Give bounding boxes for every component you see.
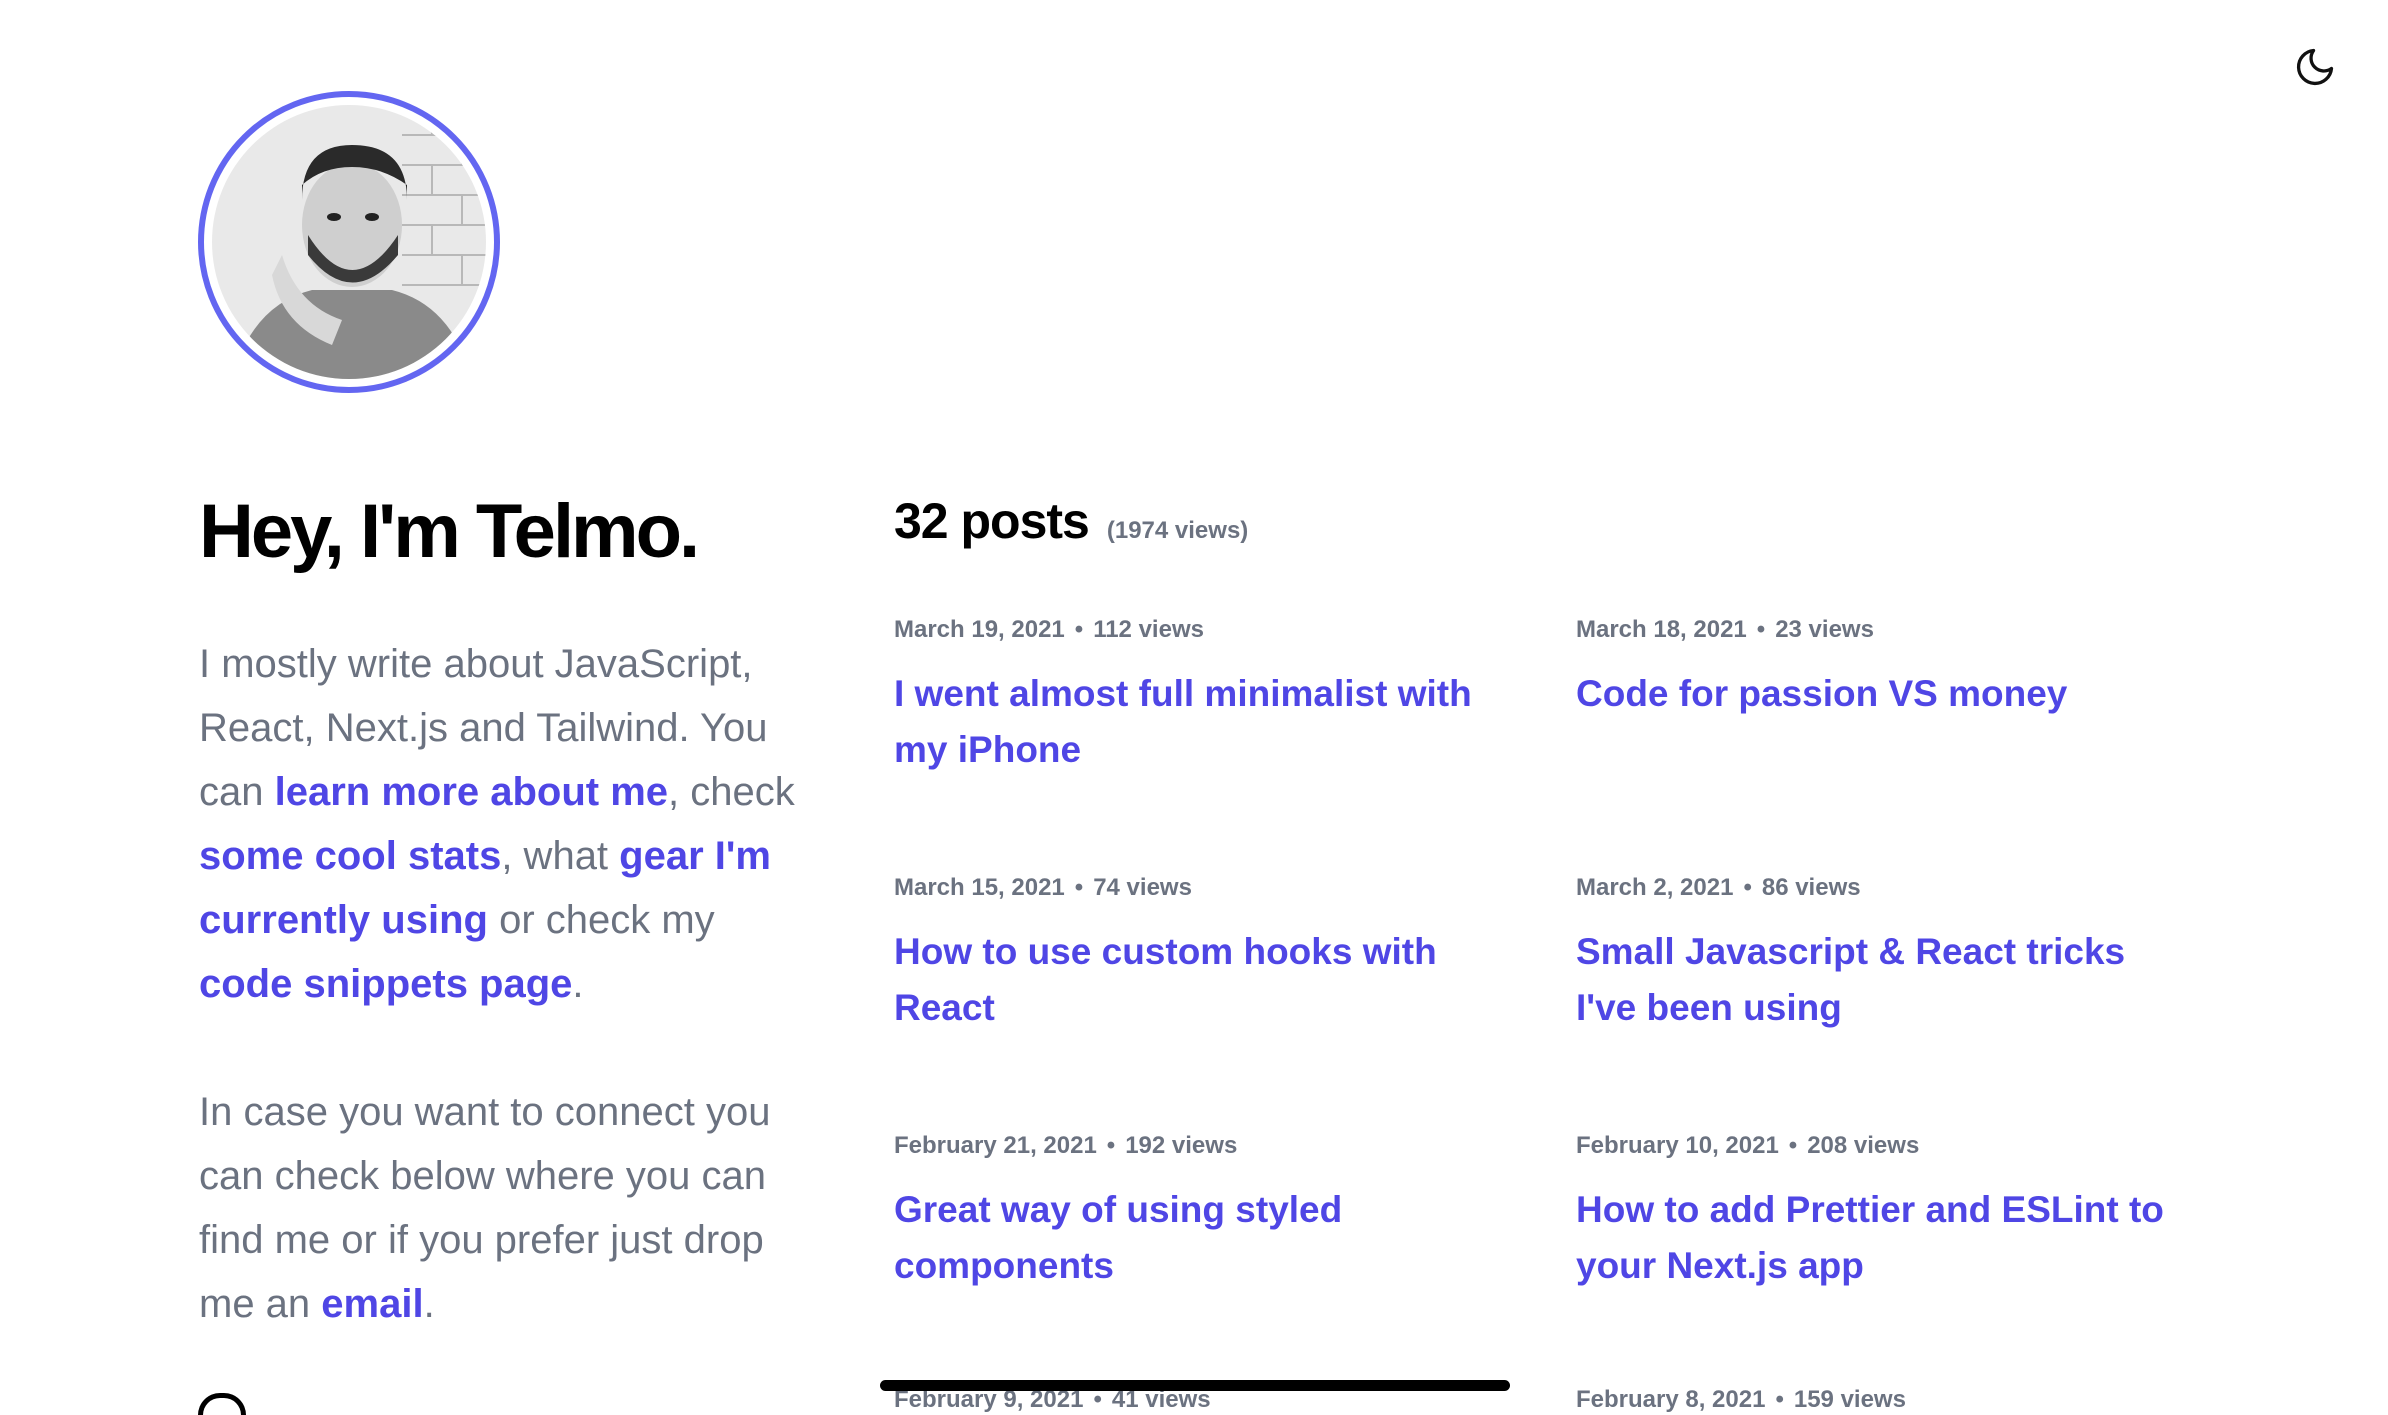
intro-text: , check [668, 770, 795, 814]
post-title-link[interactable]: Small Javascript & React tricks I've bee… [1576, 924, 2176, 1036]
snippets-link[interactable]: code snippets page [199, 962, 572, 1006]
separator-dot: • [1106, 1132, 1116, 1159]
about-link[interactable]: learn more about me [275, 770, 668, 814]
posts-total-views: (1974 views) [1106, 517, 1249, 544]
email-link[interactable]: email [321, 1282, 423, 1326]
post-item[interactable]: March 18, 2021 • 23 views Code for passion… [1576, 616, 2176, 722]
post-date: February 21, 2021 [894, 1132, 1097, 1159]
post-meta: March 2, 2021 • 86 views [1576, 874, 2176, 902]
connect-text: . [423, 1282, 435, 1326]
post-meta: February 21, 2021 • 192 views [894, 1132, 1494, 1160]
separator-dot: • [1775, 1386, 1784, 1413]
post-views: 74 views [1093, 874, 1192, 901]
post-views: 86 views [1761, 874, 1861, 901]
connect-text: In case you want to connect you can chec… [199, 1090, 771, 1326]
post-title-link[interactable]: Great way of using styled components [894, 1182, 1494, 1294]
post-meta: March 18, 2021 • 23 views [1576, 616, 2176, 644]
post-title-link[interactable]: Code for passion VS money [1576, 666, 2176, 722]
post-item[interactable]: February 21, 2021 • 192 views Great way of… [894, 1132, 1494, 1294]
moon-icon [2293, 45, 2337, 94]
posts-count: 32 posts [894, 493, 1090, 549]
post-meta: February 10, 2021 • 208 views [1576, 1132, 2176, 1160]
post-meta: March 15, 2021 • 74 views [894, 874, 1494, 902]
post-title-link[interactable]: How to add Prettier and ESLint to your N… [1576, 1182, 2176, 1294]
post-item[interactable]: March 15, 2021 • 74 views How to use custo… [894, 874, 1494, 1036]
post-views: 23 views [1775, 616, 1874, 643]
separator-dot: • [1074, 616, 1084, 643]
intro-text: , what [501, 834, 620, 878]
separator-dot: • [1756, 616, 1766, 643]
post-item[interactable]: February 10, 2021 • 208 views How to add P… [1576, 1132, 2176, 1294]
post-date: March 15, 2021 [894, 874, 1065, 901]
page-title: Hey, I'm Telmo. [199, 489, 700, 574]
intro-text: or check my [487, 898, 715, 942]
home-indicator[interactable] [880, 1380, 1510, 1391]
post-date: March 19, 2021 [894, 616, 1065, 643]
separator-dot: • [1743, 874, 1752, 901]
avatar-photo [212, 105, 486, 379]
post-item[interactable]: February 8, 2021 • 159 views [1576, 1386, 2176, 1414]
post-date: February 8, 2021 [1576, 1386, 1766, 1413]
connect-paragraph: In case you want to connect you can chec… [199, 1080, 819, 1336]
post-meta: March 19, 2021 • 112 views [894, 616, 1494, 644]
intro-paragraph: I mostly write about JavaScript, React, … [199, 632, 819, 1016]
post-date: March 18, 2021 [1576, 616, 1747, 643]
avatar [198, 91, 500, 393]
separator-dot: • [1074, 874, 1084, 901]
posts-header: 32 posts (1974 views) [894, 492, 1248, 550]
post-date: February 10, 2021 [1576, 1132, 1779, 1159]
post-item[interactable]: March 19, 2021 • 112 views I went almost f… [894, 616, 1494, 778]
post-views: 112 views [1093, 616, 1204, 643]
post-title-link[interactable]: How to use custom hooks with React [894, 924, 1494, 1036]
post-item[interactable]: March 2, 2021 • 86 views Small Javascript … [1576, 874, 2176, 1036]
social-icon[interactable] [198, 1393, 246, 1415]
post-views: 192 views [1125, 1132, 1238, 1159]
theme-toggle-button[interactable] [2290, 44, 2340, 94]
post-views: 159 views [1793, 1386, 1906, 1413]
post-views: 208 views [1807, 1132, 1920, 1159]
post-date: March 2, 2021 [1576, 874, 1734, 901]
separator-dot: • [1788, 1132, 1798, 1159]
stats-link[interactable]: some cool stats [199, 834, 501, 878]
intro-text: . [572, 962, 584, 1006]
post-meta: February 8, 2021 • 159 views [1576, 1386, 2176, 1414]
post-title-link[interactable]: I went almost full minimalist with my iP… [894, 666, 1494, 778]
